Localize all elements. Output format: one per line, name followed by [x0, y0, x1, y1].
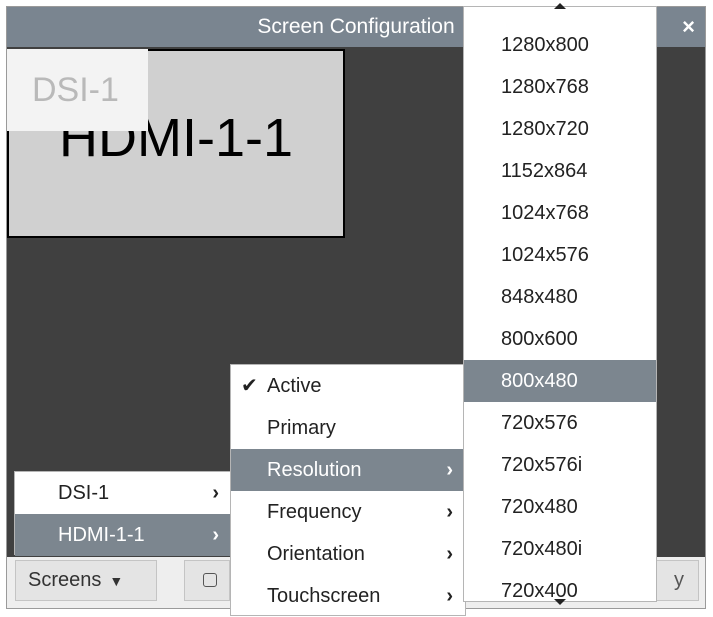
- menu-item-label: Active: [267, 375, 322, 397]
- resolution-label: 720x480: [501, 496, 578, 518]
- checkmark-icon: ✔: [241, 375, 258, 397]
- screens-button-label: Screens: [28, 569, 102, 591]
- monitor-options-menu: ✔ Active Primary Resolution › Frequency …: [230, 364, 466, 616]
- resolution-label: 1024x768: [501, 202, 589, 224]
- menu-item-label: Frequency: [267, 501, 362, 523]
- layout-icon: [203, 573, 217, 587]
- menu-item-label: Touchscreen: [267, 585, 381, 607]
- resolution-item[interactable]: 720x480i: [464, 528, 656, 570]
- resolution-item[interactable]: 1024x768: [464, 192, 656, 234]
- chevron-right-icon: ›: [212, 482, 219, 504]
- resolution-item-selected[interactable]: 800x480: [464, 360, 656, 402]
- monitor-dsi-1[interactable]: DSI-1: [7, 49, 148, 131]
- resolution-label: 720x576: [501, 412, 578, 434]
- resolution-item[interactable]: 1280x768: [464, 66, 656, 108]
- menu-item-dsi-1[interactable]: DSI-1 ›: [15, 472, 231, 514]
- resolution-label: 800x480: [501, 370, 578, 392]
- resolution-item[interactable]: 1280x800: [464, 24, 656, 66]
- resolution-menu: 1280x800 1280x768 1280x720 1152x864 1024…: [463, 6, 657, 602]
- resolution-item[interactable]: 848x480: [464, 276, 656, 318]
- chevron-right-icon: ›: [446, 585, 453, 607]
- monitor-label: DSI-1: [32, 71, 119, 109]
- chevron-right-icon: ›: [446, 459, 453, 481]
- screens-menu-button[interactable]: Screens ▼: [15, 560, 157, 601]
- resolution-label: 1280x720: [501, 118, 589, 140]
- resolution-label: 848x480: [501, 286, 578, 308]
- menu-item-label: Primary: [267, 417, 336, 439]
- resolution-item[interactable]: 1280x720: [464, 108, 656, 150]
- menu-item-touchscreen[interactable]: Touchscreen ›: [231, 575, 465, 617]
- scroll-up-icon[interactable]: [548, 2, 572, 10]
- menu-item-active[interactable]: ✔ Active: [231, 365, 465, 407]
- resolution-label: 720x576i: [501, 454, 583, 476]
- resolution-item[interactable]: 720x576i: [464, 444, 656, 486]
- resolution-item[interactable]: 1024x576: [464, 234, 656, 276]
- menu-item-label: Resolution: [267, 459, 362, 481]
- menu-item-orientation[interactable]: Orientation ›: [231, 533, 465, 575]
- resolution-label: 1280x768: [501, 76, 589, 98]
- chevron-right-icon: ›: [212, 524, 219, 546]
- chevron-right-icon: ›: [446, 501, 453, 523]
- resolution-item[interactable]: 720x480: [464, 486, 656, 528]
- resolution-label: 1152x864: [501, 160, 588, 182]
- resolution-label: 1024x576: [501, 244, 589, 266]
- menu-item-primary[interactable]: Primary: [231, 407, 465, 449]
- menu-item-resolution[interactable]: Resolution ›: [231, 449, 465, 491]
- menu-item-label: Orientation: [267, 543, 365, 565]
- resolution-item[interactable]: 720x576: [464, 402, 656, 444]
- chevron-down-icon: ▼: [109, 573, 124, 589]
- chevron-right-icon: ›: [446, 543, 453, 565]
- scroll-down-icon[interactable]: [548, 598, 572, 606]
- menu-item-hdmi-1-1[interactable]: HDMI-1-1 ›: [15, 514, 231, 556]
- resolution-item[interactable]: 1152x864: [464, 150, 656, 192]
- resolution-label: 1280x800: [501, 34, 589, 56]
- menu-item-label: DSI-1: [58, 482, 110, 504]
- close-icon[interactable]: ×: [682, 7, 695, 47]
- screens-menu: DSI-1 › HDMI-1-1 ›: [14, 471, 232, 556]
- resolution-item[interactable]: 800x600: [464, 318, 656, 360]
- resolution-label: 800x600: [501, 328, 578, 350]
- apply-button-label: y: [674, 569, 684, 591]
- resolution-label: 720x480i: [501, 538, 583, 560]
- layout-icon-button[interactable]: [184, 560, 230, 601]
- menu-item-frequency[interactable]: Frequency ›: [231, 491, 465, 533]
- menu-item-label: HDMI-1-1: [58, 524, 145, 546]
